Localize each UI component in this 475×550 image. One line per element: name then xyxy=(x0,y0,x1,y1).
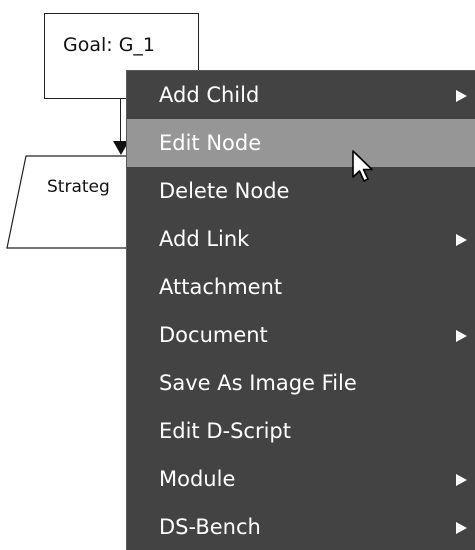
menu-item-add-link[interactable]: Add Link xyxy=(127,215,475,263)
menu-item-edit-node[interactable]: Edit Node xyxy=(127,119,475,167)
strategy-node-label: Strateg xyxy=(47,177,110,197)
submenu-arrow-icon xyxy=(456,234,467,246)
menu-item-label: Module xyxy=(159,467,236,491)
goal-node-label: Goal: G_1 xyxy=(63,34,156,56)
submenu-arrow-icon xyxy=(456,330,467,342)
menu-item-label: Edit Node xyxy=(159,131,262,155)
menu-item-label: Save As Image File xyxy=(159,371,357,395)
menu-item-label: Add Link xyxy=(159,227,250,251)
menu-item-add-child[interactable]: Add Child xyxy=(127,71,475,119)
connector-line xyxy=(120,99,121,143)
menu-item-label: Add Child xyxy=(159,83,260,107)
submenu-arrow-icon xyxy=(456,90,467,102)
menu-item-label: DS-Bench xyxy=(159,515,261,539)
context-menu: Add Child Edit Node Delete Node Add Link Att… xyxy=(126,70,475,550)
diagram-canvas[interactable]: Goal: G_1 Strateg Add Child Edit Node Dele… xyxy=(0,0,475,550)
menu-item-delete-node[interactable]: Delete Node xyxy=(127,167,475,215)
mouse-pointer-icon xyxy=(352,150,373,182)
menu-item-ds-bench[interactable]: DS-Bench xyxy=(127,503,475,550)
submenu-arrow-icon xyxy=(456,474,467,486)
menu-item-edit-d-script[interactable]: Edit D-Script xyxy=(127,407,475,455)
menu-item-label: Edit D-Script xyxy=(159,419,291,443)
menu-item-label: Delete Node xyxy=(159,179,290,203)
menu-item-attachment[interactable]: Attachment xyxy=(127,263,475,311)
menu-item-label: Document xyxy=(159,323,268,347)
menu-item-module[interactable]: Module xyxy=(127,455,475,503)
submenu-arrow-icon xyxy=(456,522,467,534)
menu-item-save-as-image-file[interactable]: Save As Image File xyxy=(127,359,475,407)
menu-item-document[interactable]: Document xyxy=(127,311,475,359)
menu-item-label: Attachment xyxy=(159,275,283,299)
